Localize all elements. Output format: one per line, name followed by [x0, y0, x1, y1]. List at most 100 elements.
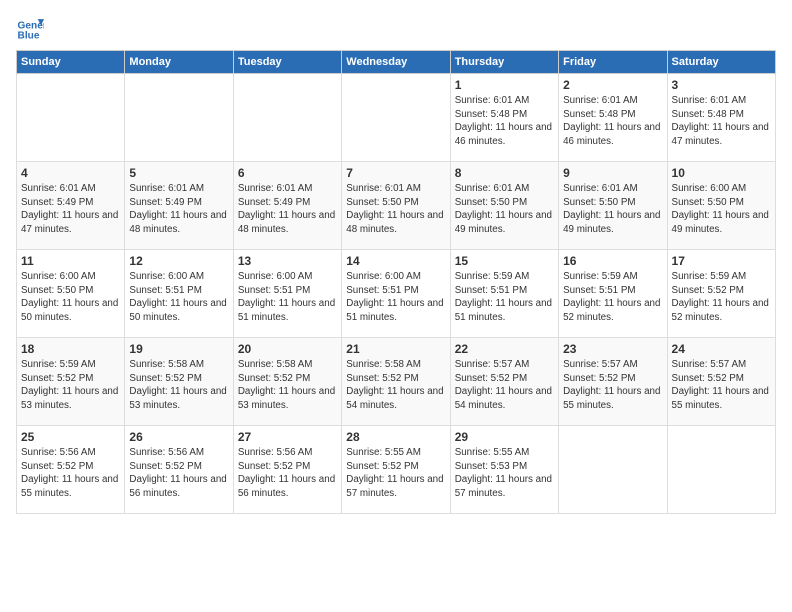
day-number: 22	[455, 342, 554, 356]
day-number: 9	[563, 166, 662, 180]
logo-icon: General Blue	[16, 16, 44, 44]
calendar-cell: 14 Sunrise: 6:00 AMSunset: 5:51 PMDayligh…	[342, 250, 450, 338]
day-number: 13	[238, 254, 337, 268]
cell-info: Sunrise: 6:01 AMSunset: 5:48 PMDaylight:…	[455, 94, 554, 149]
day-number: 12	[129, 254, 228, 268]
cell-info: Sunrise: 5:56 AMSunset: 5:52 PMDaylight:…	[238, 446, 337, 501]
cell-info: Sunrise: 5:55 AMSunset: 5:52 PMDaylight:…	[346, 446, 445, 501]
calendar-cell: 16 Sunrise: 5:59 AMSunset: 5:51 PMDayligh…	[559, 250, 667, 338]
day-number: 8	[455, 166, 554, 180]
calendar-cell: 12 Sunrise: 6:00 AMSunset: 5:51 PMDayligh…	[125, 250, 233, 338]
day-number: 18	[21, 342, 120, 356]
calendar-cell: 28 Sunrise: 5:55 AMSunset: 5:52 PMDayligh…	[342, 426, 450, 514]
day-number: 1	[455, 78, 554, 92]
day-number: 4	[21, 166, 120, 180]
cell-info: Sunrise: 5:57 AMSunset: 5:52 PMDaylight:…	[455, 358, 554, 413]
calendar-cell	[667, 426, 775, 514]
col-header-friday: Friday	[559, 51, 667, 74]
cell-info: Sunrise: 6:00 AMSunset: 5:50 PMDaylight:…	[672, 182, 771, 237]
calendar-cell: 19 Sunrise: 5:58 AMSunset: 5:52 PMDayligh…	[125, 338, 233, 426]
calendar-cell: 27Sunrise: 5:56 AMSunset: 5:52 PMDayligh…	[233, 426, 341, 514]
cell-info: Sunrise: 6:01 AMSunset: 5:49 PMDaylight:…	[21, 182, 120, 237]
cell-info: Sunrise: 5:56 AMSunset: 5:52 PMDaylight:…	[21, 446, 120, 501]
cell-info: Sunrise: 5:57 AMSunset: 5:52 PMDaylight:…	[563, 358, 662, 413]
calendar-week-4: 18 Sunrise: 5:59 AMSunset: 5:52 PMDayligh…	[17, 338, 776, 426]
calendar-cell: 23 Sunrise: 5:57 AMSunset: 5:52 PMDayligh…	[559, 338, 667, 426]
day-number: 7	[346, 166, 445, 180]
cell-info: Sunrise: 5:59 AMSunset: 5:51 PMDaylight:…	[563, 270, 662, 325]
calendar-cell: 2Sunrise: 6:01 AMSunset: 5:48 PMDaylight…	[559, 74, 667, 162]
calendar-cell	[125, 74, 233, 162]
cell-info: Sunrise: 6:01 AMSunset: 5:50 PMDaylight:…	[563, 182, 662, 237]
svg-text:Blue: Blue	[18, 31, 40, 42]
col-header-thursday: Thursday	[450, 51, 558, 74]
logo: General Blue	[16, 16, 48, 44]
calendar-cell: 8Sunrise: 6:01 AMSunset: 5:50 PMDaylight…	[450, 162, 558, 250]
calendar-cell: 3 Sunrise: 6:01 AMSunset: 5:48 PMDaylight…	[667, 74, 775, 162]
calendar-cell: 4 Sunrise: 6:01 AMSunset: 5:49 PMDaylight…	[17, 162, 125, 250]
calendar-cell: 20 Sunrise: 5:58 AMSunset: 5:52 PMDayligh…	[233, 338, 341, 426]
col-header-saturday: Saturday	[667, 51, 775, 74]
header: General Blue	[16, 16, 776, 44]
calendar-cell	[559, 426, 667, 514]
day-number: 15	[455, 254, 554, 268]
day-number: 19	[129, 342, 228, 356]
calendar-week-5: 25 Sunrise: 5:56 AMSunset: 5:52 PMDayligh…	[17, 426, 776, 514]
day-number: 26	[129, 430, 228, 444]
calendar-cell: 18 Sunrise: 5:59 AMSunset: 5:52 PMDayligh…	[17, 338, 125, 426]
calendar-cell	[342, 74, 450, 162]
calendar-cell	[17, 74, 125, 162]
calendar-cell: 6 Sunrise: 6:01 AMSunset: 5:49 PMDaylight…	[233, 162, 341, 250]
calendar-cell: 25 Sunrise: 5:56 AMSunset: 5:52 PMDayligh…	[17, 426, 125, 514]
cell-info: Sunrise: 5:58 AMSunset: 5:52 PMDaylight:…	[129, 358, 228, 413]
calendar-cell: 1 Sunrise: 6:01 AMSunset: 5:48 PMDaylight…	[450, 74, 558, 162]
cell-info: Sunrise: 6:01 AMSunset: 5:48 PMDaylight:…	[563, 94, 662, 149]
day-number: 6	[238, 166, 337, 180]
day-number: 14	[346, 254, 445, 268]
cell-info: Sunrise: 6:00 AMSunset: 5:51 PMDaylight:…	[238, 270, 337, 325]
day-number: 29	[455, 430, 554, 444]
day-number: 28	[346, 430, 445, 444]
calendar-week-1: 1 Sunrise: 6:01 AMSunset: 5:48 PMDaylight…	[17, 74, 776, 162]
calendar-cell: 29Sunrise: 5:55 AMSunset: 5:53 PMDayligh…	[450, 426, 558, 514]
calendar-cell	[233, 74, 341, 162]
cell-info: Sunrise: 6:00 AMSunset: 5:51 PMDaylight:…	[346, 270, 445, 325]
cell-info: Sunrise: 5:57 AMSunset: 5:52 PMDaylight:…	[672, 358, 771, 413]
calendar-cell: 15 Sunrise: 5:59 AMSunset: 5:51 PMDayligh…	[450, 250, 558, 338]
calendar-cell: 22 Sunrise: 5:57 AMSunset: 5:52 PMDayligh…	[450, 338, 558, 426]
cell-info: Sunrise: 6:01 AMSunset: 5:48 PMDaylight:…	[672, 94, 771, 149]
day-number: 5	[129, 166, 228, 180]
day-number: 17	[672, 254, 771, 268]
cell-info: Sunrise: 6:01 AMSunset: 5:49 PMDaylight:…	[129, 182, 228, 237]
day-number: 11	[21, 254, 120, 268]
day-number: 25	[21, 430, 120, 444]
cell-info: Sunrise: 6:01 AMSunset: 5:50 PMDaylight:…	[346, 182, 445, 237]
calendar-cell: 24 Sunrise: 5:57 AMSunset: 5:52 PMDayligh…	[667, 338, 775, 426]
day-number: 10	[672, 166, 771, 180]
day-number: 21	[346, 342, 445, 356]
cell-info: Sunrise: 5:56 AMSunset: 5:52 PMDaylight:…	[129, 446, 228, 501]
header-row: SundayMondayTuesdayWednesdayThursdayFrid…	[17, 51, 776, 74]
calendar-cell: 13 Sunrise: 6:00 AMSunset: 5:51 PMDayligh…	[233, 250, 341, 338]
cell-info: Sunrise: 5:59 AMSunset: 5:52 PMDaylight:…	[672, 270, 771, 325]
day-number: 23	[563, 342, 662, 356]
calendar-cell: 9 Sunrise: 6:01 AMSunset: 5:50 PMDaylight…	[559, 162, 667, 250]
day-number: 3	[672, 78, 771, 92]
cell-info: Sunrise: 5:58 AMSunset: 5:52 PMDaylight:…	[346, 358, 445, 413]
day-number: 20	[238, 342, 337, 356]
day-number: 16	[563, 254, 662, 268]
cell-info: Sunrise: 5:58 AMSunset: 5:52 PMDaylight:…	[238, 358, 337, 413]
calendar-week-2: 4 Sunrise: 6:01 AMSunset: 5:49 PMDaylight…	[17, 162, 776, 250]
cell-info: Sunrise: 5:59 AMSunset: 5:51 PMDaylight:…	[455, 270, 554, 325]
calendar-cell: 5 Sunrise: 6:01 AMSunset: 5:49 PMDaylight…	[125, 162, 233, 250]
col-header-sunday: Sunday	[17, 51, 125, 74]
calendar-cell: 17 Sunrise: 5:59 AMSunset: 5:52 PMDayligh…	[667, 250, 775, 338]
cell-info: Sunrise: 6:01 AMSunset: 5:49 PMDaylight:…	[238, 182, 337, 237]
day-number: 24	[672, 342, 771, 356]
calendar-table: SundayMondayTuesdayWednesdayThursdayFrid…	[16, 50, 776, 514]
cell-info: Sunrise: 6:00 AMSunset: 5:51 PMDaylight:…	[129, 270, 228, 325]
cell-info: Sunrise: 5:59 AMSunset: 5:52 PMDaylight:…	[21, 358, 120, 413]
calendar-week-3: 11Sunrise: 6:00 AMSunset: 5:50 PMDayligh…	[17, 250, 776, 338]
calendar-cell: 10 Sunrise: 6:00 AMSunset: 5:50 PMDayligh…	[667, 162, 775, 250]
calendar-cell: 7 Sunrise: 6:01 AMSunset: 5:50 PMDaylight…	[342, 162, 450, 250]
